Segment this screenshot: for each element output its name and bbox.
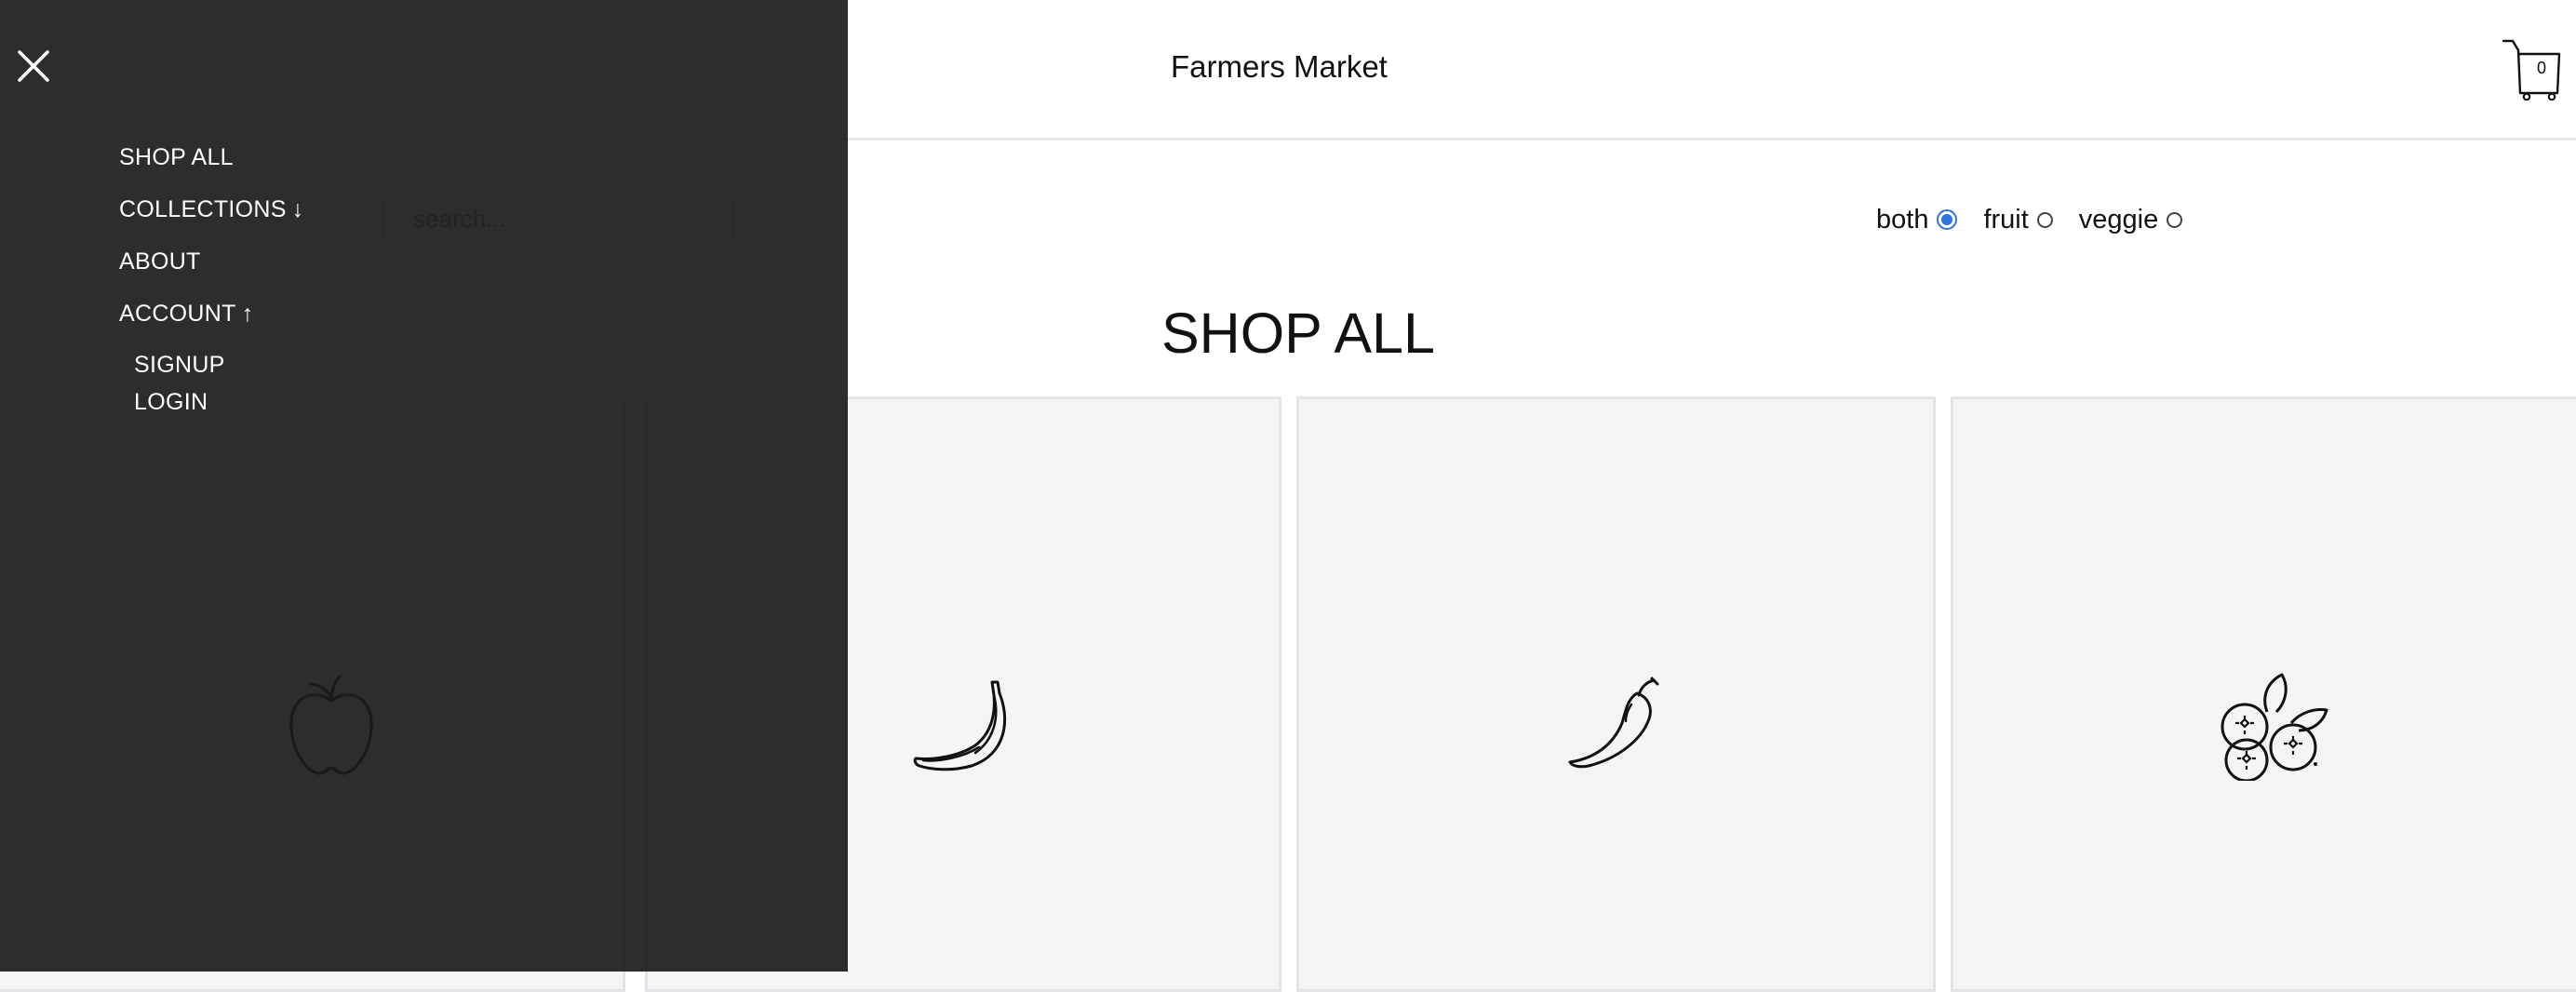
submenu-item-login[interactable]: LOGIN	[134, 388, 225, 416]
cart-count-badge: 0	[2536, 59, 2546, 77]
arrow-up-icon: ↑	[241, 301, 254, 327]
menu-item-label: SHOP ALL	[119, 144, 234, 170]
menu-item-about[interactable]: ABOUT	[119, 248, 304, 275]
chili-pepper-icon	[1568, 677, 1658, 769]
filter-both-radio[interactable]	[1937, 209, 1958, 230]
cart-button[interactable]: 0	[2502, 37, 2561, 101]
menu-item-shop-all[interactable]: SHOP ALL	[119, 143, 304, 171]
brand-title[interactable]: Farmers Market	[1171, 48, 1388, 86]
menu-item-label: ABOUT	[119, 248, 201, 275]
filter-fruit[interactable]: fruit	[1983, 204, 2053, 235]
close-button[interactable]	[16, 48, 51, 84]
filter-fruit-label: fruit	[1983, 204, 2029, 235]
drawer-menu: SHOP ALL COLLECTIONS ↓ ABOUT ACCOUNT ↑	[119, 143, 304, 352]
product-card-chili[interactable]	[1296, 396, 1936, 992]
account-submenu: SIGNUP LOGIN	[134, 351, 225, 425]
banana-icon	[913, 680, 1007, 771]
filter-veggie[interactable]: veggie	[2078, 204, 2183, 235]
category-filter: both fruit veggie	[1876, 201, 2183, 238]
nav-drawer: SHOP ALL COLLECTIONS ↓ ABOUT ACCOUNT ↑ SIG…	[0, 0, 848, 972]
menu-item-label: ACCOUNT	[119, 301, 236, 327]
filter-fruit-radio[interactable]	[2036, 211, 2053, 228]
blueberries-icon	[2220, 673, 2328, 781]
menu-item-label: COLLECTIONS	[119, 196, 287, 222]
submenu-item-signup[interactable]: SIGNUP	[134, 351, 225, 379]
filter-both[interactable]: both	[1876, 204, 1958, 235]
close-icon	[18, 50, 49, 82]
arrow-down-icon: ↓	[291, 196, 304, 222]
menu-item-account[interactable]: ACCOUNT ↑	[119, 300, 304, 328]
page-title: SHOP ALL	[1161, 302, 1435, 365]
filter-veggie-label: veggie	[2078, 204, 2159, 235]
menu-item-collections[interactable]: COLLECTIONS ↓	[119, 195, 304, 223]
filter-veggie-radio[interactable]	[2167, 211, 2183, 228]
filter-both-label: both	[1876, 204, 1929, 235]
product-card-banana[interactable]	[847, 396, 1281, 992]
product-card-blueberries[interactable]	[1951, 396, 2576, 992]
